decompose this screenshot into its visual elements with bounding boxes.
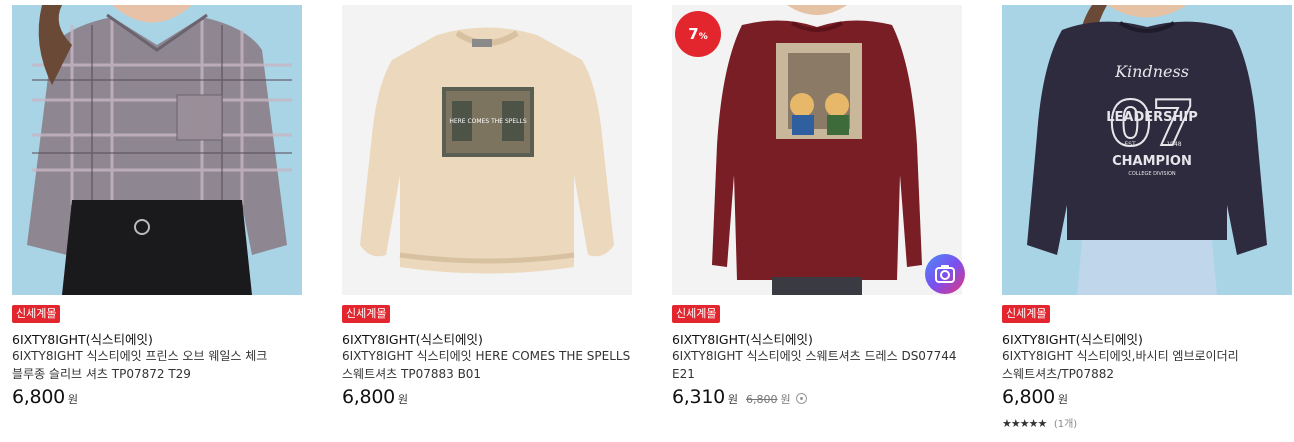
plaid-shirt-image (12, 5, 302, 295)
print-middle: LEADERSHIP (1106, 110, 1198, 125)
print-year: 1948 (1166, 141, 1181, 148)
product-image-burgundy-dress[interactable]: 7% (672, 5, 962, 295)
product-image-navy-sweatshirt[interactable]: Kindness 07 LEADERSHIP EST 1948 CHAMPION… (1002, 5, 1292, 295)
print-sub: COLLEGE DIVISION (1128, 171, 1176, 177)
brand-name[interactable]: 6IXTY8IGHT(식스티에잇) (342, 329, 483, 348)
brand-name[interactable]: 6IXTY8IGHT(식스티에잇) (12, 329, 153, 348)
review-count: (1개) (1053, 419, 1078, 430)
product-title[interactable]: 6IXTY8IGHT 식스티에잇 스웨트셔츠 드레스 DS07744 E21 (672, 347, 962, 383)
print-est: EST (1124, 141, 1136, 148)
price-row: 6,800 원 (12, 386, 78, 408)
rating[interactable]: ★★★★★ (1개) (1002, 415, 1077, 430)
print-top: Kindness (1114, 62, 1189, 81)
original-currency: 원 (780, 393, 791, 406)
product-title[interactable]: 6IXTY8IGHT 식스티에잇 프린스 오브 웨일스 체크 블루종 슬리브 셔… (12, 347, 302, 383)
info-icon[interactable] (795, 393, 807, 404)
brand-name[interactable]: 6IXTY8IGHT(식스티에잇) (672, 329, 813, 348)
original-price: 6,800 (746, 393, 778, 406)
price: 6,800 (1002, 386, 1055, 408)
mall-badge: 신세계몰 (672, 305, 721, 323)
product-title[interactable]: 6IXTY8IGHT 식스티에잇 HERE COMES THE SPELLS 스… (342, 347, 632, 383)
price-row: 6,800 원 (342, 386, 408, 408)
price: 6,310 (672, 386, 725, 408)
currency: 원 (1057, 393, 1069, 406)
price-row: 6,800 원 (1002, 386, 1068, 408)
mall-badge: 신세계몰 (12, 305, 61, 323)
camera-icon (935, 265, 955, 283)
currency: 원 (727, 393, 739, 406)
product-image-plaid-shirt[interactable] (12, 5, 302, 295)
navy-sweatshirt-image: Kindness 07 LEADERSHIP EST 1948 CHAMPION… (1002, 5, 1292, 295)
price: 6,800 (342, 386, 395, 408)
product-image-beige-sweatshirt[interactable]: HERE COMES THE SPELLS (342, 5, 632, 295)
price: 6,800 (12, 386, 65, 408)
mall-badge: 신세계몰 (1002, 305, 1051, 323)
star-rating-icon: ★★★★★ (1002, 417, 1047, 430)
price-row: 6,310 원 6,800 원 (672, 386, 807, 408)
currency: 원 (397, 393, 409, 406)
photo-review-icon[interactable] (925, 254, 965, 294)
discount-badge: 7% (675, 11, 721, 57)
currency: 원 (67, 393, 79, 406)
beige-sweatshirt-image: HERE COMES THE SPELLS (342, 5, 632, 295)
brand-name[interactable]: 6IXTY8IGHT(식스티에잇) (1002, 329, 1143, 348)
mall-badge: 신세계몰 (342, 305, 391, 323)
print-text: HERE COMES THE SPELLS (449, 118, 527, 125)
print-bottom: CHAMPION (1112, 154, 1192, 169)
product-title[interactable]: 6IXTY8IGHT 식스티에잇,바시티 엠브로이더리 스웨트셔츠/TP0788… (1002, 347, 1292, 383)
